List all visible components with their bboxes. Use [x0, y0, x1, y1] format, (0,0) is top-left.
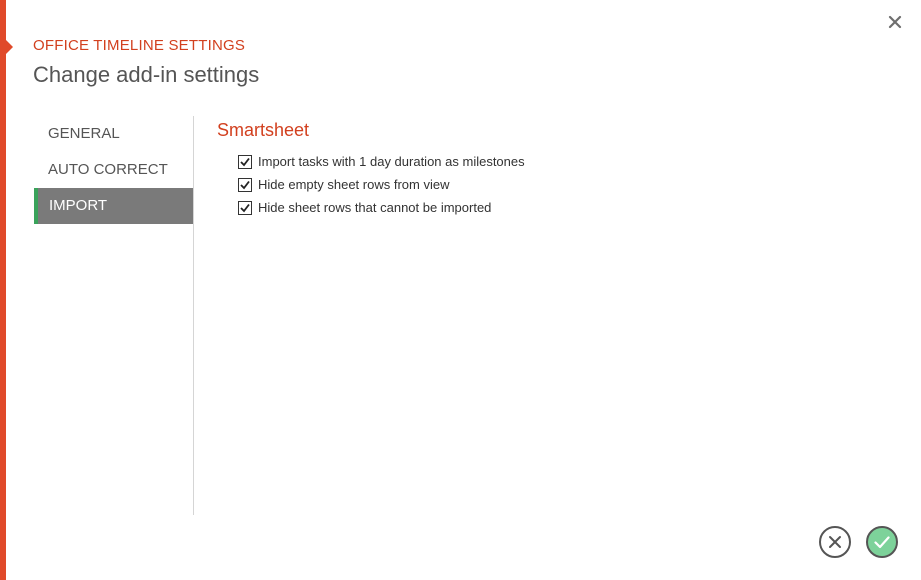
checkmark-icon — [240, 203, 250, 212]
option-label: Hide empty sheet rows from view — [258, 177, 450, 192]
option-label: Import tasks with 1 day duration as mile… — [258, 154, 525, 169]
milestones-checkbox[interactable] — [238, 154, 252, 169]
hide-empty-rows-checkbox[interactable] — [238, 177, 252, 192]
close-icon[interactable] — [885, 12, 905, 32]
check-icon — [874, 536, 890, 549]
checkmark-icon — [240, 180, 250, 189]
ok-button[interactable] — [866, 526, 898, 558]
cancel-icon — [829, 536, 841, 548]
option-row: Hide sheet rows that cannot be imported — [238, 196, 525, 219]
options-list: Import tasks with 1 day duration as mile… — [238, 150, 525, 219]
accent-bar — [0, 0, 6, 580]
section-title: Smartsheet — [217, 120, 310, 140]
accent-notch — [6, 40, 13, 54]
sidebar-item-general[interactable]: GENERAL — [34, 116, 193, 152]
cancel-button[interactable] — [819, 526, 851, 558]
checkmark-icon — [240, 157, 250, 166]
sidebar-item-label: AUTO CORRECT — [48, 161, 168, 178]
dialog-kicker: OFFICE TIMELINE SETTINGS — [33, 37, 246, 54]
hide-unimportable-rows-checkbox[interactable] — [238, 200, 252, 215]
sidebar-item-label: GENERAL — [48, 125, 120, 142]
sidebar-item-label: IMPORT — [49, 197, 108, 214]
option-row: Hide empty sheet rows from view — [238, 173, 525, 196]
settings-sidebar: GENERAL AUTO CORRECT IMPORT — [34, 116, 194, 515]
option-label: Hide sheet rows that cannot be imported — [258, 200, 492, 215]
dialog-title: Change add-in settings — [33, 62, 260, 87]
option-row: Import tasks with 1 day duration as mile… — [238, 150, 525, 173]
sidebar-item-auto-correct[interactable]: AUTO CORRECT — [34, 152, 193, 188]
sidebar-item-import[interactable]: IMPORT — [34, 188, 193, 224]
